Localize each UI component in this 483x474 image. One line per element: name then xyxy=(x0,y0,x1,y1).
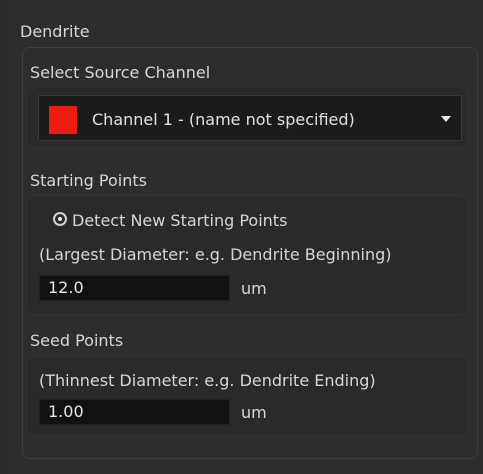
chevron-down-icon[interactable] xyxy=(441,116,451,122)
seed-points-label: Seed Points xyxy=(30,331,124,350)
detect-new-starting-points-label[interactable]: Detect New Starting Points xyxy=(72,211,287,230)
source-channel-label: Select Source Channel xyxy=(30,63,211,82)
radio-selected-dot xyxy=(58,217,62,221)
source-channel-dropdown[interactable]: Channel 1 - (name not specified) xyxy=(38,95,462,141)
starting-points-diameter-input[interactable]: 12.0 xyxy=(39,275,230,301)
panel-title: Dendrite xyxy=(20,22,90,41)
left-edge xyxy=(0,0,8,474)
starting-points-unit: um xyxy=(241,279,267,298)
source-channel-value: Channel 1 - (name not specified) xyxy=(92,110,355,129)
dendrite-panel: Dendrite Select Source Channel Channel 1… xyxy=(8,0,483,474)
starting-points-label: Starting Points xyxy=(30,171,147,190)
starting-points-hint: (Largest Diameter: e.g. Dendrite Beginni… xyxy=(39,245,392,264)
channel-color-swatch xyxy=(49,106,77,134)
detect-new-starting-points-radio[interactable] xyxy=(53,212,67,226)
seed-points-hint: (Thinnest Diameter: e.g. Dendrite Ending… xyxy=(39,371,376,390)
seed-points-unit: um xyxy=(241,403,267,422)
dendrite-settings-page: Dendrite Select Source Channel Channel 1… xyxy=(0,0,483,474)
seed-points-diameter-input[interactable]: 1.00 xyxy=(39,399,230,425)
